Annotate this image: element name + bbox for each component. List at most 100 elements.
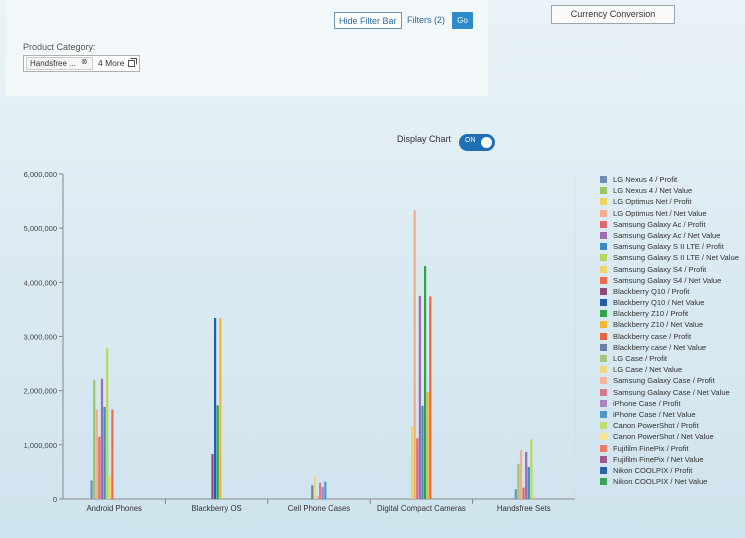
go-button[interactable]: Go [452,12,473,29]
legend-label: Blackberry Q10 / Net Value [613,298,705,308]
legend-label: Samsung Galaxy Case / Profit [613,376,715,386]
bar [413,210,416,499]
bar [313,476,316,499]
bar [416,438,419,499]
y-tick-label: 3,000,000 [24,333,57,342]
y-tick-label: 1,000,000 [24,441,57,450]
legend-swatch [600,366,607,374]
bar [319,482,322,499]
legend-swatch [600,321,607,329]
bar [527,467,530,499]
legend-label: LG Case / Net Value [613,365,683,375]
filter-bar: Hide Filter Bar Filters (2) Go Product C… [6,0,488,96]
bar [411,426,414,499]
legend-swatch [600,444,607,452]
legend-label: Samsung Galaxy Ac / Net Value [613,230,721,240]
x-tick-label: Blackberry OS [191,504,241,513]
legend-swatch [600,254,607,262]
legend-label: Canon PowerShot / Profit [613,421,699,431]
legend-swatch [600,220,607,228]
bar [316,495,319,499]
display-chart-toggle[interactable]: ON [459,134,495,151]
legend-swatch [600,198,607,206]
legend-label: Fujifilm FinePix / Net Value [613,454,704,464]
bar [93,379,96,499]
legend-swatch [600,332,607,340]
x-tick-label: Digital Compact Cameras [377,504,466,513]
legend-swatch [600,410,607,418]
legend-label: Blackberry case / Profit [613,331,692,341]
legend-label: Canon PowerShot / Net Value [613,432,714,442]
legend-swatch [600,310,607,318]
legend-label: LG Case / Profit [613,354,668,363]
product-category-input[interactable]: Handsfree ... ⊗ 4 More [23,55,140,72]
legend-swatch [600,399,607,407]
bar [219,318,222,499]
legend-swatch [600,455,607,463]
bar [214,318,217,499]
bar [321,487,324,499]
close-circle-icon[interactable]: ⊗ [81,57,88,66]
legend-label: Samsung Galaxy Ac / Profit [613,219,706,229]
hide-filter-bar-button[interactable]: Hide Filter Bar [334,12,402,29]
legend-swatch [600,299,607,307]
legend-label: Samsung Galaxy S4 / Profit [613,264,707,274]
legend-swatch [600,243,607,251]
bar [426,391,429,499]
legend-label: Samsung Galaxy S II LTE / Profit [613,242,724,252]
bar [108,476,111,499]
x-tick-label: Handsfree Sets [497,504,551,513]
legend-label: LG Nexus 4 / Net Value [613,186,693,196]
legend-label: Samsung Galaxy Case / Net Value [613,387,730,397]
legend-label: Fujifilm FinePix / Profit [613,443,689,453]
value-help-icon[interactable] [128,58,137,67]
toggle-state: ON [465,137,476,144]
product-category-label: Product Category: [23,42,96,52]
legend-swatch [600,377,607,385]
bar [103,406,106,499]
bar [100,378,104,499]
legend-swatch [600,231,607,239]
legend-swatch [600,287,607,295]
legend-label: iPhone Case / Profit [613,398,681,408]
legend-label: Nikon COOLPIX / Profit [613,465,693,475]
x-tick-label: Android Phones [86,504,142,513]
bar [525,451,528,499]
bar [421,405,424,499]
filters-link[interactable]: Filters (2) [407,12,445,29]
bar [514,489,517,499]
bar [211,454,214,499]
column-chart: 0 1,000,000 2,000,000 3,000,000 4,000,000 5,0… [24,170,576,513]
legend-label: LG Optimus Net / Net Value [613,208,707,218]
legend-label: Nikon COOLPIX / Net Value [613,477,708,487]
legend-swatch [600,265,607,273]
bar [522,487,525,499]
bar [517,463,520,499]
category-token-text: Handsfree ... [30,59,76,68]
legend-swatch [600,422,607,430]
legend-label: Blackberry Z10 / Profit [613,309,689,319]
legend-swatch [600,209,607,217]
legend-label: LG Optimus Net / Profit [613,197,692,207]
legend-swatch [600,187,607,195]
display-chart-label: Display Chart [397,134,452,144]
legend-label: Blackberry Q10 / Profit [613,286,690,296]
bar [98,436,101,499]
legend-label: Samsung Galaxy S4 / Net Value [613,275,722,285]
bar [424,266,427,499]
legend-swatch [600,176,607,183]
y-tick-label: 2,000,000 [24,387,57,396]
bar [519,450,523,499]
legend-label: LG Nexus 4 / Profit [613,175,678,184]
bar [418,295,421,499]
currency-conversion-button[interactable]: Currency Conversion [551,5,675,24]
bar [324,481,327,499]
more-tokens-link[interactable]: 4 More [98,58,124,68]
toggle-knob [481,137,492,148]
bar [216,405,219,499]
y-tick-label: 0 [53,495,57,504]
bar [106,348,109,499]
legend-swatch [600,343,607,351]
legend-label: Samsung Galaxy S II LTE / Net Value [613,253,739,263]
bar [95,409,98,499]
